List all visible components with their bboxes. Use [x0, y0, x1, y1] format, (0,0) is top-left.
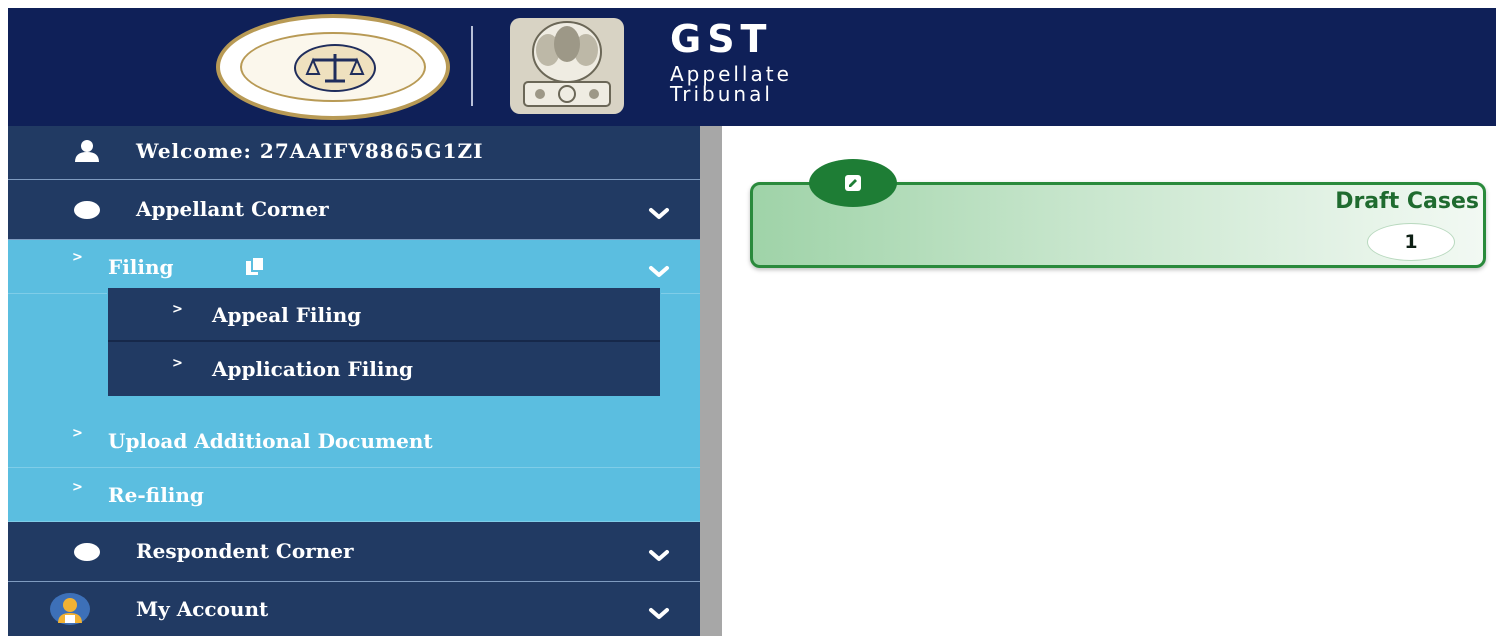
- welcome-text: Welcome: 27AAIFV8865G1ZI: [136, 139, 484, 163]
- submenu-item-application-filing[interactable]: > Application Filing: [108, 342, 660, 396]
- copy-icon: [244, 256, 266, 281]
- draft-cases-title: Draft Cases: [1335, 189, 1479, 214]
- appeal-filing-label: Appeal Filing: [212, 303, 362, 327]
- caret-right-icon: >: [72, 480, 83, 495]
- sidebar-nav: Welcome: 27AAIFV8865G1ZI Appellant Corne…: [8, 126, 700, 636]
- brand-subtitle-line2: Tribunal: [670, 82, 773, 106]
- tribunal-seal-logo: [216, 14, 450, 120]
- sidebar-item-filing[interactable]: > Filing: [8, 240, 700, 294]
- national-emblem-icon: [504, 14, 630, 118]
- sidebar-item-refiling[interactable]: > Re-filing: [8, 468, 700, 522]
- brand-title: GST: [670, 17, 773, 61]
- appellant-corner-label: Appellant Corner: [136, 197, 329, 221]
- account-avatar-icon: [50, 593, 90, 625]
- seal-inner-ring: [240, 32, 426, 102]
- chevron-down-icon: [648, 544, 670, 568]
- application-filing-label: Application Filing: [212, 357, 414, 381]
- user-icon: [74, 140, 100, 167]
- filing-label: Filing: [108, 255, 174, 279]
- filing-submenu: > Appeal Filing > Application Filing: [108, 288, 660, 396]
- sidebar-item-my-account[interactable]: My Account: [8, 582, 700, 636]
- caret-right-icon: >: [72, 250, 83, 265]
- bullet-icon: [74, 201, 100, 219]
- chevron-down-icon: [648, 202, 670, 226]
- caret-right-icon: >: [172, 302, 183, 317]
- chevron-down-icon: [648, 260, 670, 284]
- sidebar-welcome-row: Welcome: 27AAIFV8865G1ZI: [8, 126, 700, 180]
- main-content: Draft Cases 1: [722, 126, 1496, 636]
- chevron-down-icon: [648, 602, 670, 626]
- sidebar-item-appellant-corner[interactable]: Appellant Corner: [8, 180, 700, 240]
- draft-cases-count-badge: 1: [1367, 223, 1455, 261]
- respondent-corner-label: Respondent Corner: [136, 539, 354, 563]
- submenu-item-appeal-filing[interactable]: > Appeal Filing: [108, 288, 660, 342]
- site-header: GST Appellate Tribunal: [8, 8, 1496, 126]
- sidebar-scrollbar[interactable]: [700, 126, 722, 636]
- draft-cases-card[interactable]: Draft Cases 1: [750, 159, 1486, 268]
- brand-subtitle-line1: Appellate: [670, 62, 792, 86]
- scales-of-justice-icon: [294, 44, 376, 92]
- refiling-label: Re-filing: [108, 483, 204, 507]
- caret-right-icon: >: [72, 426, 83, 441]
- edit-pencil-icon: [809, 159, 897, 207]
- upload-additional-document-label: Upload Additional Document: [108, 429, 433, 453]
- header-divider: [471, 26, 473, 106]
- my-account-label: My Account: [136, 597, 269, 621]
- sidebar-item-respondent-corner[interactable]: Respondent Corner: [8, 522, 700, 582]
- caret-right-icon: >: [172, 356, 183, 371]
- bullet-icon: [74, 543, 100, 561]
- sidebar-item-upload-additional-document[interactable]: > Upload Additional Document: [8, 414, 700, 468]
